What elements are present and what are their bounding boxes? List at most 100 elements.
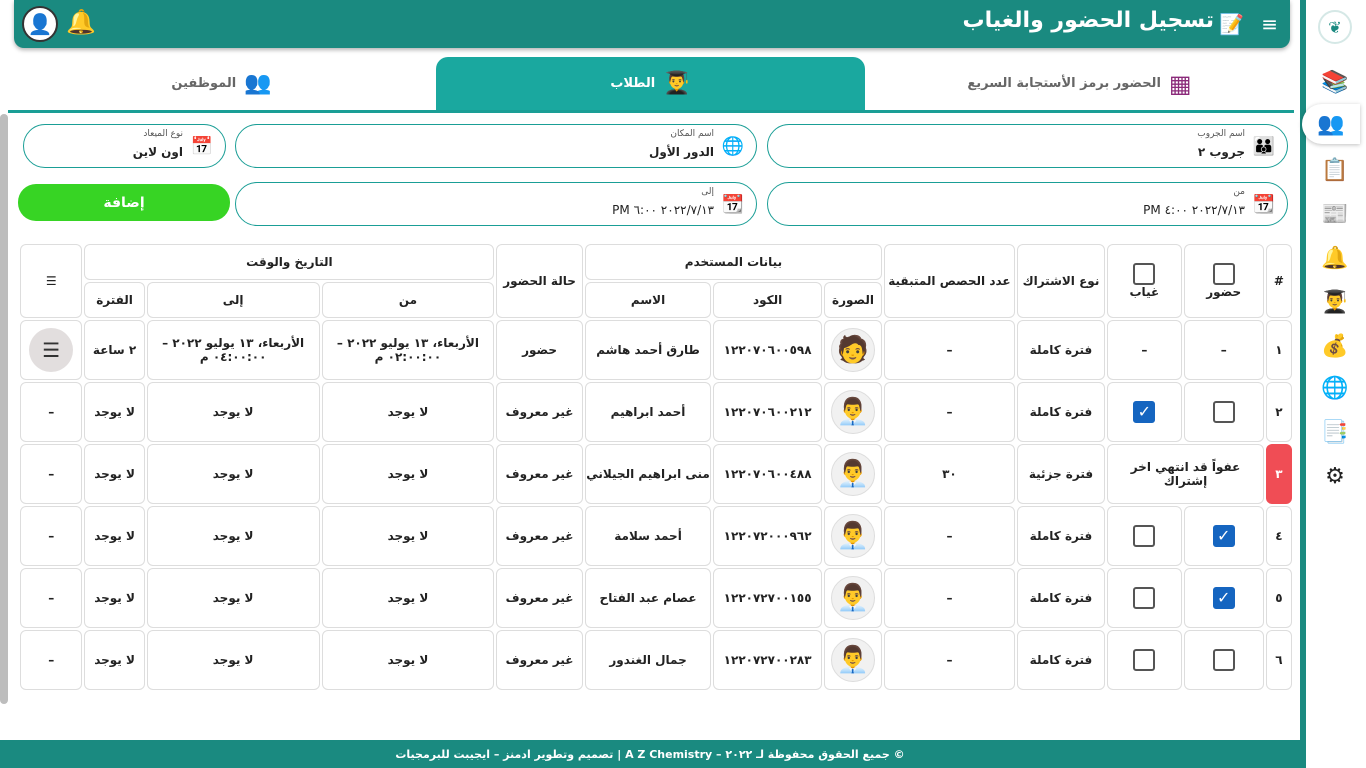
datetime-to: لا يوجد <box>146 630 320 690</box>
header-index: # <box>1265 244 1292 318</box>
absent-cell[interactable]: ✓ <box>1107 382 1182 442</box>
checklist-icon[interactable]: 📋 <box>1312 150 1358 190</box>
tab-qr-attendance[interactable]: ▦ الحضور برمز الأستجابة السريع <box>865 57 1294 110</box>
tab-students[interactable]: 👨‍🎓 الطلاب <box>436 57 865 110</box>
footer: © جميع الحقوق محفوظة لـ ٢٠٢٢ – A Z Chemi… <box>0 740 1300 768</box>
header-remaining-sessions: عدد الحصص المتبقية <box>884 244 1015 318</box>
checkbox[interactable]: ✓ <box>1212 525 1235 547</box>
place-field[interactable]: 🌐 اسم المكان الدور الأول <box>235 124 757 168</box>
group-icon: 👪 <box>1252 135 1276 157</box>
settings-icon[interactable]: ⚙ <box>1312 456 1358 496</box>
attendance-status: غير معروف <box>496 382 583 442</box>
user-avatar-icon: 🧑 <box>831 328 875 372</box>
bell-icon[interactable]: 🔔 <box>1312 238 1358 278</box>
user-code: ١٢٢٠٧٠٦٠٠٤٨٨ <box>713 444 822 504</box>
select-all-absent-checkbox[interactable] <box>1133 263 1156 285</box>
remaining-sessions: – <box>884 320 1015 380</box>
subscription-type: فترة كاملة <box>1016 382 1106 442</box>
remaining-sessions: – <box>884 630 1015 690</box>
row-index: ١ <box>1265 320 1292 380</box>
checkbox[interactable]: ✓ <box>1133 401 1156 423</box>
user-code: ١٢٢٠٧٠٦٠٠٢١٢ <box>713 382 822 442</box>
subscription-type: فترة كاملة <box>1016 320 1106 380</box>
student-icon: 👨‍🎓 <box>663 71 691 96</box>
user-code: ١٢٢٠٧٠٦٠٠٥٩٨ <box>713 320 822 380</box>
remaining-sessions: – <box>884 382 1015 442</box>
row-index: ٢ <box>1265 382 1292 442</box>
checkbox[interactable] <box>1212 649 1235 671</box>
menu-icon[interactable]: ≡ <box>1261 12 1278 36</box>
hierarchy-icon[interactable]: 👥 <box>1302 104 1360 144</box>
avatar[interactable]: 👤 <box>22 6 58 42</box>
attend-cell[interactable]: ✓ <box>1183 568 1264 628</box>
remaining-sessions: – <box>884 568 1015 628</box>
money-icon[interactable]: 💰 <box>1312 326 1358 366</box>
attendance-status: حضور <box>496 320 583 380</box>
add-button[interactable]: إضافة <box>18 184 230 221</box>
checkbox[interactable]: ✓ <box>1212 587 1235 609</box>
action-cell: – <box>20 568 83 628</box>
header-name: الاسم <box>584 282 712 318</box>
header-datetime: التاريخ والوقت <box>84 244 495 280</box>
photo-cell: 👨‍💼 <box>823 506 883 566</box>
photo-cell: 👨‍💼 <box>823 444 883 504</box>
action-cell: – <box>20 444 83 504</box>
group-field[interactable]: 👪 اسم الجروب جروب ٢ <box>767 124 1288 168</box>
checkbox[interactable] <box>1133 649 1156 671</box>
period: ٢ ساعة <box>84 320 145 380</box>
globe-icon: 🌐 <box>721 135 745 157</box>
user-code: ١٢٢٠٧٢٧٠٠١٥٥ <box>713 568 822 628</box>
user-name: طارق أحمد هاشم <box>584 320 712 380</box>
qr-code-icon: ▦ <box>1168 69 1192 98</box>
table-row: ٢ ✓ فترة كاملة – 👨‍💼 ١٢٢٠٧٠٦٠٠٢١٢ أحمد ابراهيم… <box>20 382 1292 442</box>
subscription-type: فترة كاملة <box>1016 630 1106 690</box>
user-code: ١٢٢٠٧٢٧٠٠٢٨٣ <box>713 630 822 690</box>
books-icon[interactable]: 📚 <box>1312 62 1358 102</box>
attendance-status: غير معروف <box>496 444 583 504</box>
from-datetime-field[interactable]: 📆 من ٢٠٢٢/٧/١٣ ٤:٠٠ PM <box>767 182 1288 226</box>
header-to: إلى <box>146 282 320 318</box>
header-subscription-type: نوع الاشتراك <box>1016 244 1106 318</box>
checkbox[interactable] <box>1133 587 1156 609</box>
attend-cell[interactable] <box>1183 382 1264 442</box>
appointment-type-field[interactable]: 📅 نوع الميعاد اون لاين <box>23 124 226 168</box>
absent-cell[interactable] <box>1107 630 1182 690</box>
attend-cell[interactable] <box>1183 630 1264 690</box>
report-icon[interactable]: 📑 <box>1312 412 1358 452</box>
absent-cell[interactable] <box>1107 568 1182 628</box>
tab-employees[interactable]: 👥 الموظفين <box>7 57 436 110</box>
action-cell[interactable]: ☰ <box>20 320 83 380</box>
user-avatar-icon: 👨‍💼 <box>831 576 875 620</box>
user-avatar-icon: 👨‍💼 <box>831 452 875 496</box>
student-icon[interactable]: 👨‍🎓 <box>1312 282 1358 322</box>
header-attendance-status: حالة الحضور <box>496 244 583 318</box>
row-settings-icon[interactable]: ☰ <box>29 328 74 372</box>
checkbox[interactable] <box>1133 525 1156 547</box>
datetime-from: لا يوجد <box>321 444 495 504</box>
table-row: ٤ ✓ فترة كاملة – 👨‍💼 ١٢٢٠٧٢٠٠٠٩٦٢ أحمد سلامة غي… <box>20 506 1292 566</box>
subscription-type: فترة كاملة <box>1016 568 1106 628</box>
newspaper-icon[interactable]: 📰 <box>1312 194 1358 234</box>
row-index: ٦ <box>1265 630 1292 690</box>
absent-cell[interactable] <box>1107 506 1182 566</box>
action-cell: – <box>20 382 83 442</box>
period: لا يوجد <box>84 630 145 690</box>
notification-bell-icon[interactable]: 🔔 <box>66 8 96 36</box>
subscription-type: فترة كاملة <box>1016 506 1106 566</box>
column-settings-icon[interactable]: ☰ <box>20 244 83 318</box>
checkbox[interactable] <box>1212 401 1235 423</box>
attendance-icon: 📝 <box>1219 12 1244 36</box>
to-datetime-field[interactable]: 📆 إلى ٢٠٢٢/٧/١٣ ٦:٠٠ PM <box>235 182 757 226</box>
period: لا يوجد <box>84 444 145 504</box>
attend-cell[interactable]: ✓ <box>1183 506 1264 566</box>
globe-icon[interactable]: 🌐 <box>1312 368 1358 408</box>
datetime-from: لا يوجد <box>321 568 495 628</box>
user-name: عصام عبد الفتاح <box>584 568 712 628</box>
photo-cell: 👨‍💼 <box>823 630 883 690</box>
logo-icon[interactable]: ❦ <box>1318 10 1352 44</box>
tabs: ▦ الحضور برمز الأستجابة السريع 👨‍🎓 الطلا… <box>8 57 1294 113</box>
datetime-to: لا يوجد <box>146 506 320 566</box>
scrollbar[interactable] <box>0 114 8 704</box>
user-name: أحمد ابراهيم <box>584 382 712 442</box>
select-all-attend-checkbox[interactable] <box>1212 263 1235 285</box>
